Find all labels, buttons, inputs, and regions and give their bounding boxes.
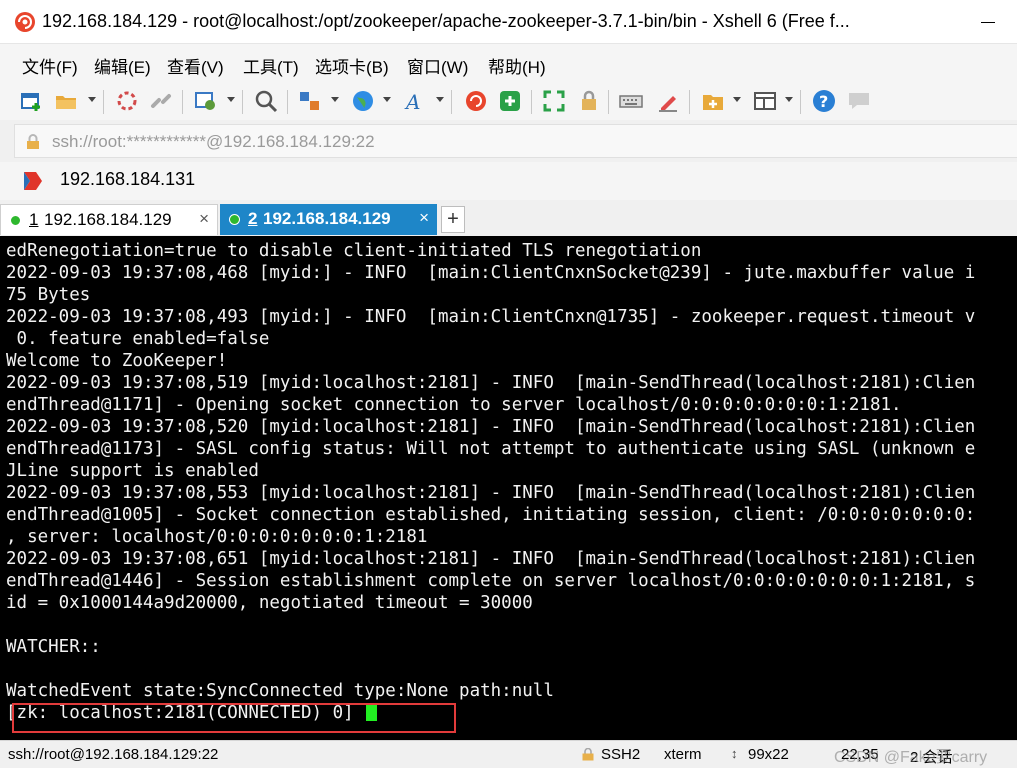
toolbar-separator xyxy=(451,90,452,114)
minimize-button[interactable] xyxy=(957,0,1017,44)
terminal-line: 2022-09-03 19:37:08,553 [myid:localhost:… xyxy=(6,483,976,503)
new-tab-dropdown-icon[interactable] xyxy=(733,97,741,102)
tab-bar: 1 192.168.184.129 × 2 192.168.184.129 × … xyxy=(0,203,1017,235)
help-icon[interactable]: ? xyxy=(811,88,837,114)
terminal-line: WatchedEvent state:SyncConnected type:No… xyxy=(6,681,554,701)
menu-file[interactable]: 文件(F) xyxy=(22,53,78,78)
terminal-line: edRenegotiation=true to disable client-i… xyxy=(6,241,702,261)
svg-text:?: ? xyxy=(819,92,828,111)
terminal-line: endThread@1173] - SASL config status: Wi… xyxy=(6,439,976,459)
connected-status-icon xyxy=(229,214,240,225)
tab-number: 1 xyxy=(29,210,39,229)
menu-tools[interactable]: 工具(T) xyxy=(243,53,299,78)
lock-icon[interactable] xyxy=(576,88,602,114)
tab-label: 192.168.184.129 xyxy=(44,210,172,229)
menu-tabs[interactable]: 选项卡(B) xyxy=(315,53,389,78)
quick-session-link[interactable]: 192.168.184.131 xyxy=(60,169,195,190)
terminal-line: JLine support is enabled xyxy=(6,461,259,481)
address-bar[interactable]: ssh://root:************@192.168.184.129:… xyxy=(14,124,1017,158)
terminal-line: endThread@1171] - Opening socket connect… xyxy=(6,395,902,415)
watermark: CSDN @Fake要carry xyxy=(834,749,988,766)
tab-session-2[interactable]: 2 192.168.184.129 × xyxy=(220,204,437,235)
properties-dropdown-icon[interactable] xyxy=(227,97,235,102)
title-bar: 192.168.184.129 - root@localhost:/opt/zo… xyxy=(0,0,1017,44)
xftp-icon[interactable] xyxy=(497,88,523,114)
menu-window[interactable]: 窗口(W) xyxy=(407,53,468,78)
connected-status-icon xyxy=(10,215,21,226)
tab-session-1[interactable]: 1 192.168.184.129 × xyxy=(0,204,218,235)
menu-edit[interactable]: 编辑(E) xyxy=(94,53,151,78)
terminal-line: 2022-09-03 19:37:08,651 [myid:localhost:… xyxy=(6,549,976,569)
status-bar: ssh://root@192.168.184.129:22 SSH2 xterm… xyxy=(0,740,1017,768)
terminal-line: endThread@1446] - Session establishment … xyxy=(6,571,976,591)
new-tab-folder-icon[interactable] xyxy=(700,88,726,114)
terminal-output[interactable]: edRenegotiation=true to disable client-i… xyxy=(0,236,1017,740)
toolbar-separator xyxy=(287,90,288,114)
highlight-icon[interactable] xyxy=(655,88,681,114)
svg-text:A: A xyxy=(404,90,420,114)
open-dropdown-icon[interactable] xyxy=(88,97,96,102)
status-size: 99x22 xyxy=(748,746,789,763)
window-title: 192.168.184.129 - root@localhost:/opt/zo… xyxy=(42,11,850,31)
terminal-line: id = 0x1000144a9d20000, negotiated timeo… xyxy=(6,593,533,613)
terminal-line: 2022-09-03 19:37:08,468 [myid:] - INFO [… xyxy=(6,263,976,283)
toolbar-separator xyxy=(689,90,690,114)
tab-number: 2 xyxy=(248,209,258,228)
toolbar-separator xyxy=(800,90,801,114)
globe-icon[interactable] xyxy=(350,88,376,114)
globe-dropdown-icon[interactable] xyxy=(383,97,391,102)
keyboard-icon[interactable] xyxy=(618,88,644,114)
font-dropdown-icon[interactable] xyxy=(436,97,444,102)
toolbar-separator xyxy=(182,90,183,114)
transfer-icon[interactable] xyxy=(297,88,323,114)
toolbar: A ? xyxy=(0,84,1017,120)
menu-view[interactable]: 查看(V) xyxy=(167,53,224,78)
new-session-icon[interactable] xyxy=(18,88,44,114)
terminal-line: 0. feature enabled=false xyxy=(6,329,270,349)
address-lock-icon xyxy=(27,134,39,149)
chat-icon[interactable] xyxy=(846,88,872,114)
new-tab-button[interactable]: + xyxy=(441,206,465,233)
toolbar-separator xyxy=(531,90,532,114)
font-icon[interactable]: A xyxy=(403,88,429,114)
bookmark-arrow-icon xyxy=(24,172,42,190)
layout-icon[interactable] xyxy=(752,88,778,114)
close-tab-icon[interactable]: × xyxy=(199,209,209,229)
connect-icon[interactable] xyxy=(114,88,140,114)
find-icon[interactable] xyxy=(253,88,279,114)
menu-help[interactable]: 帮助(H) xyxy=(488,53,546,78)
status-lock-icon xyxy=(582,748,594,761)
status-connection: ssh://root@192.168.184.129:22 xyxy=(8,746,219,763)
toolbar-separator xyxy=(608,90,609,114)
address-input[interactable]: ssh://root:************@192.168.184.129:… xyxy=(52,132,375,152)
disconnect-icon[interactable] xyxy=(148,88,174,114)
highlight-box xyxy=(12,703,456,733)
terminal-line: 2022-09-03 19:37:08,520 [myid:localhost:… xyxy=(6,417,976,437)
resize-icon: ↕ xyxy=(731,746,738,761)
toolbar-separator xyxy=(103,90,104,114)
quick-commands-bar: 192.168.184.131 xyxy=(0,162,1017,200)
xshell-icon[interactable] xyxy=(463,88,489,114)
toolbar-separator xyxy=(242,90,243,114)
close-tab-icon[interactable]: × xyxy=(419,208,429,228)
open-folder-icon[interactable] xyxy=(53,88,79,114)
fullscreen-icon[interactable] xyxy=(541,88,567,114)
terminal-line: 2022-09-03 19:37:08,493 [myid:] - INFO [… xyxy=(6,307,976,327)
terminal-line: 2022-09-03 19:37:08,519 [myid:localhost:… xyxy=(6,373,976,393)
terminal-line: , server: localhost/0:0:0:0:0:0:0:1:2181 xyxy=(6,527,428,547)
xshell-logo-icon xyxy=(15,12,35,32)
status-terminal-type: xterm xyxy=(664,746,702,763)
terminal-line: WATCHER:: xyxy=(6,637,101,657)
status-protocol: SSH2 xyxy=(601,746,641,763)
transfer-dropdown-icon[interactable] xyxy=(331,97,339,102)
terminal-line: endThread@1005] - Socket connection esta… xyxy=(6,505,976,525)
menu-bar: 文件(F) 编辑(E) 查看(V) 工具(T) 选项卡(B) 窗口(W) 帮助(… xyxy=(0,44,1017,84)
properties-icon[interactable] xyxy=(193,88,219,114)
layout-dropdown-icon[interactable] xyxy=(785,97,793,102)
terminal-line: 75 Bytes xyxy=(6,285,91,305)
terminal-line: Welcome to ZooKeeper! xyxy=(6,351,228,371)
tab-label: 192.168.184.129 xyxy=(263,209,391,228)
